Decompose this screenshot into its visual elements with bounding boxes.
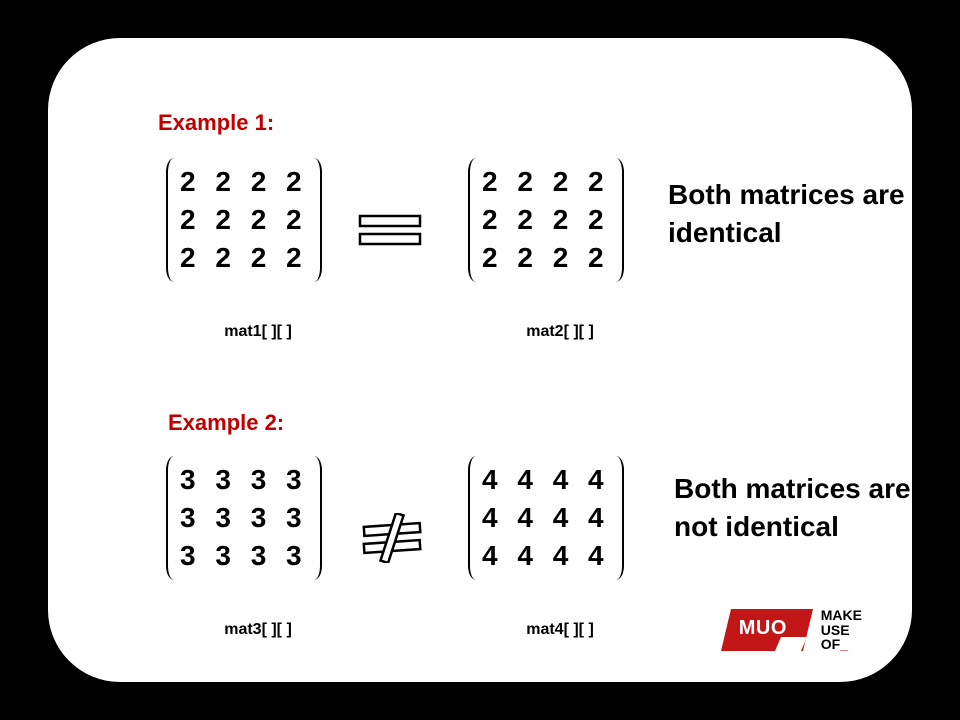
matrix-row: 4 4 4 4: [482, 464, 610, 496]
content-card: Example 1: 2 2 2 2 2 2 2 2 2 2 2 2 mat1[…: [48, 38, 912, 682]
muo-logo-wordmark: MAKE USE OF_: [821, 608, 862, 652]
matrix-3: 3 3 3 3 3 3 3 3 3 3 3 3: [166, 456, 322, 580]
matrix-row: 2 2 2 2: [180, 242, 308, 274]
matrix-2: 2 2 2 2 2 2 2 2 2 2 2 2: [468, 158, 624, 282]
example-2-result: Both matrices are not identical: [674, 470, 944, 546]
matrix-3-rows: 3 3 3 3 3 3 3 3 3 3 3 3: [180, 464, 308, 572]
muo-logo-badge: MUO: [721, 609, 813, 651]
matrix-row: 3 3 3 3: [180, 502, 308, 534]
matrix-row: 2 2 2 2: [482, 242, 610, 274]
matrix-row: 2 2 2 2: [180, 204, 308, 236]
matrix-row: 3 3 3 3: [180, 464, 308, 496]
equals-icon: [358, 210, 426, 250]
matrix-2-rows: 2 2 2 2 2 2 2 2 2 2 2 2: [482, 166, 610, 274]
logo-line-1: MAKE: [821, 608, 862, 623]
matrix-4-caption: mat4[ ][ ]: [480, 621, 640, 639]
example-1-result: Both matrices are identical: [668, 176, 938, 252]
matrix-1-rows: 2 2 2 2 2 2 2 2 2 2 2 2: [180, 166, 308, 274]
logo-line-2: USE: [821, 623, 862, 638]
matrix-1: 2 2 2 2 2 2 2 2 2 2 2 2: [166, 158, 322, 282]
matrix-row: 4 4 4 4: [482, 540, 610, 572]
matrix-3-caption: mat3[ ][ ]: [178, 621, 338, 639]
example-2-label: Example 2:: [168, 410, 284, 436]
matrix-4-rows: 4 4 4 4 4 4 4 4 4 4 4 4: [482, 464, 610, 572]
matrix-1-caption: mat1[ ][ ]: [178, 323, 338, 341]
matrix-row: 2 2 2 2: [482, 204, 610, 236]
matrix-row: 2 2 2 2: [180, 166, 308, 198]
matrix-4: 4 4 4 4 4 4 4 4 4 4 4 4: [468, 456, 624, 580]
logo-line-3: OF_: [821, 637, 862, 652]
muo-logo-badge-text: MUO: [739, 617, 787, 640]
example-1-label: Example 1:: [158, 110, 274, 136]
matrix-row: 3 3 3 3: [180, 540, 308, 572]
matrix-row: 4 4 4 4: [482, 502, 610, 534]
not-equals-icon: [360, 513, 428, 553]
logo-cursor: _: [840, 637, 848, 652]
matrix-2-caption: mat2[ ][ ]: [480, 323, 640, 341]
matrix-row: 2 2 2 2: [482, 166, 610, 198]
muo-logo: MUO MAKE USE OF_: [721, 608, 862, 652]
